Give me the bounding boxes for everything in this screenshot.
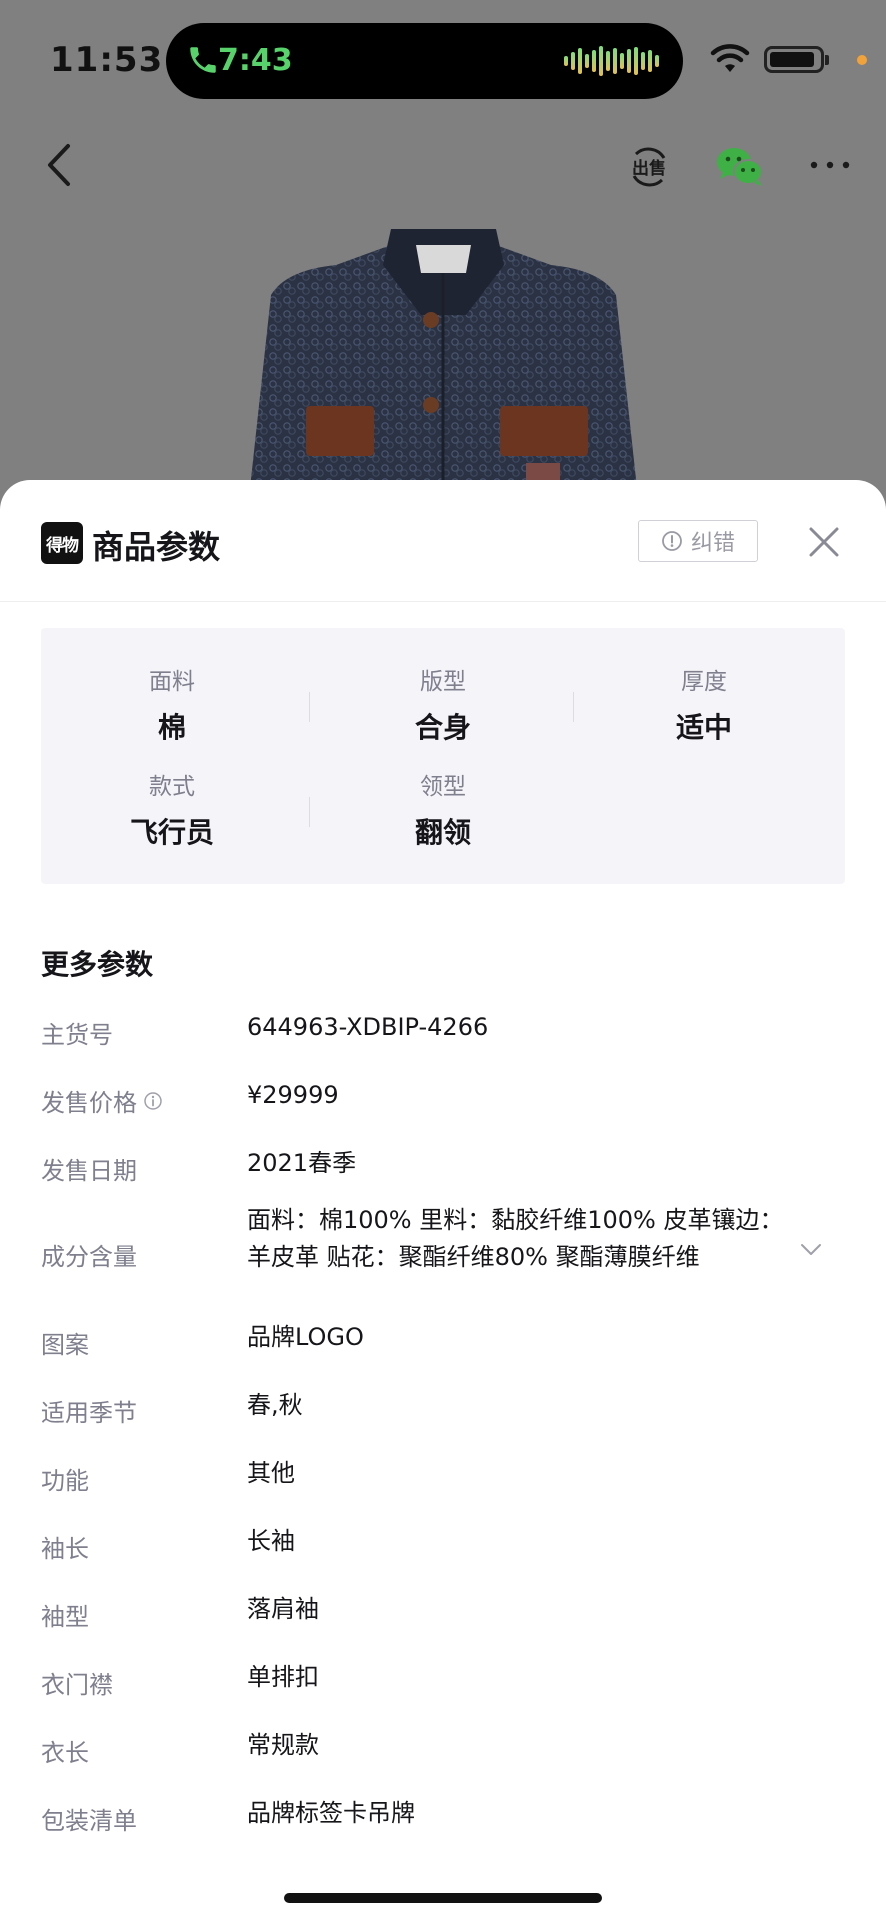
param-label: 袖型 — [41, 1603, 89, 1631]
param-label: 图案 — [41, 1331, 89, 1359]
param-label: 包装清单 — [41, 1807, 137, 1835]
param-label-text: 发售价格 — [41, 1089, 137, 1117]
param-value: 落肩袖 — [247, 1595, 319, 1623]
wifi-icon — [710, 44, 750, 72]
param-label: 衣长 — [41, 1739, 89, 1767]
param-value: ¥29999 — [247, 1081, 339, 1109]
key-param-thickness: 厚度 适中 — [573, 662, 835, 746]
param-value: 品牌LOGO — [247, 1323, 364, 1351]
call-duration: 7:43 — [218, 43, 293, 78]
phone-icon — [190, 47, 216, 73]
key-param-fabric: 面料 棉 — [41, 662, 303, 746]
param-value: 其他 — [247, 1459, 295, 1487]
key-param-style: 款式 飞行员 — [41, 767, 303, 851]
chevron-down-icon[interactable] — [799, 1241, 823, 1257]
key-param-fit: 版型 合身 — [312, 662, 574, 746]
battery-icon — [764, 46, 829, 73]
privacy-indicator-dot — [857, 55, 867, 65]
param-value: 春,秋 — [247, 1391, 303, 1419]
param-label: 适用季节 — [41, 1399, 137, 1427]
exclamation-circle-icon — [662, 531, 682, 551]
param-label: 发售日期 — [41, 1157, 137, 1185]
key-param-value: 飞行员 — [129, 816, 214, 849]
home-indicator[interactable] — [284, 1893, 602, 1903]
wechat-share-icon[interactable] — [714, 144, 766, 190]
param-value: 长袖 — [247, 1527, 295, 1555]
param-value: 644963-XDBIP-4266 — [247, 1013, 489, 1041]
param-value: 常规款 — [247, 1731, 319, 1759]
key-param-label: 款式 — [149, 774, 195, 800]
key-param-label: 版型 — [420, 669, 466, 695]
brand-logo-text: 得物 — [46, 535, 79, 556]
key-param-label: 厚度 — [681, 669, 727, 695]
key-param-collar: 领型 翻领 — [312, 767, 574, 851]
more-params-title: 更多参数 — [41, 948, 154, 981]
dynamic-island-call[interactable]: 7:43 — [166, 23, 683, 99]
param-label: 衣门襟 — [41, 1671, 113, 1699]
param-label: 成分含量 — [41, 1243, 137, 1271]
sell-icon[interactable]: 出售 — [626, 144, 672, 190]
status-time: 11:53 — [50, 40, 164, 80]
divider — [309, 797, 310, 827]
key-param-value: 合身 — [414, 711, 471, 744]
param-label: 发售价格 — [41, 1083, 163, 1118]
close-icon[interactable] — [806, 524, 842, 560]
product-params-sheet: 得物 商品参数 纠错 面料 棉 版型 合身 厚度 适中 款式 飞行员 领型 翻领… — [0, 480, 886, 1920]
info-icon[interactable] — [143, 1091, 163, 1111]
param-label: 主货号 — [41, 1021, 113, 1049]
param-label: 功能 — [41, 1467, 89, 1495]
param-value: 品牌标签卡吊牌 — [247, 1799, 415, 1827]
divider — [309, 692, 310, 722]
report-error-label: 纠错 — [690, 531, 735, 556]
param-value: 单排扣 — [247, 1663, 319, 1691]
status-bar: 11:53 7:43 — [0, 0, 886, 120]
svg-text:出售: 出售 — [632, 158, 666, 179]
param-value: 面料：棉100% 里料：黏胶纤维100% 皮革镶边：羊皮革 贴花：聚酯纤维80%… — [247, 1206, 784, 1271]
sheet-header: 得物 商品参数 纠错 — [0, 480, 886, 602]
key-param-value: 翻领 — [414, 816, 471, 849]
key-param-label: 领型 — [420, 774, 466, 800]
audio-wave-icon — [564, 45, 659, 77]
report-error-button[interactable]: 纠错 — [638, 520, 758, 562]
back-arrow-icon[interactable] — [40, 140, 80, 190]
sheet-title: 商品参数 — [92, 528, 221, 566]
brand-logo: 得物 — [41, 522, 83, 564]
key-param-label: 面料 — [149, 669, 195, 695]
key-param-value: 棉 — [157, 711, 186, 744]
param-label: 袖长 — [41, 1535, 89, 1563]
product-page-background: 11:53 7:43 出售 — [0, 0, 886, 525]
key-param-value: 适中 — [675, 711, 732, 744]
param-value: 2021春季 — [247, 1149, 357, 1177]
key-params-panel: 面料 棉 版型 合身 厚度 适中 款式 飞行员 领型 翻领 — [41, 628, 845, 884]
more-options-icon[interactable] — [808, 150, 852, 180]
